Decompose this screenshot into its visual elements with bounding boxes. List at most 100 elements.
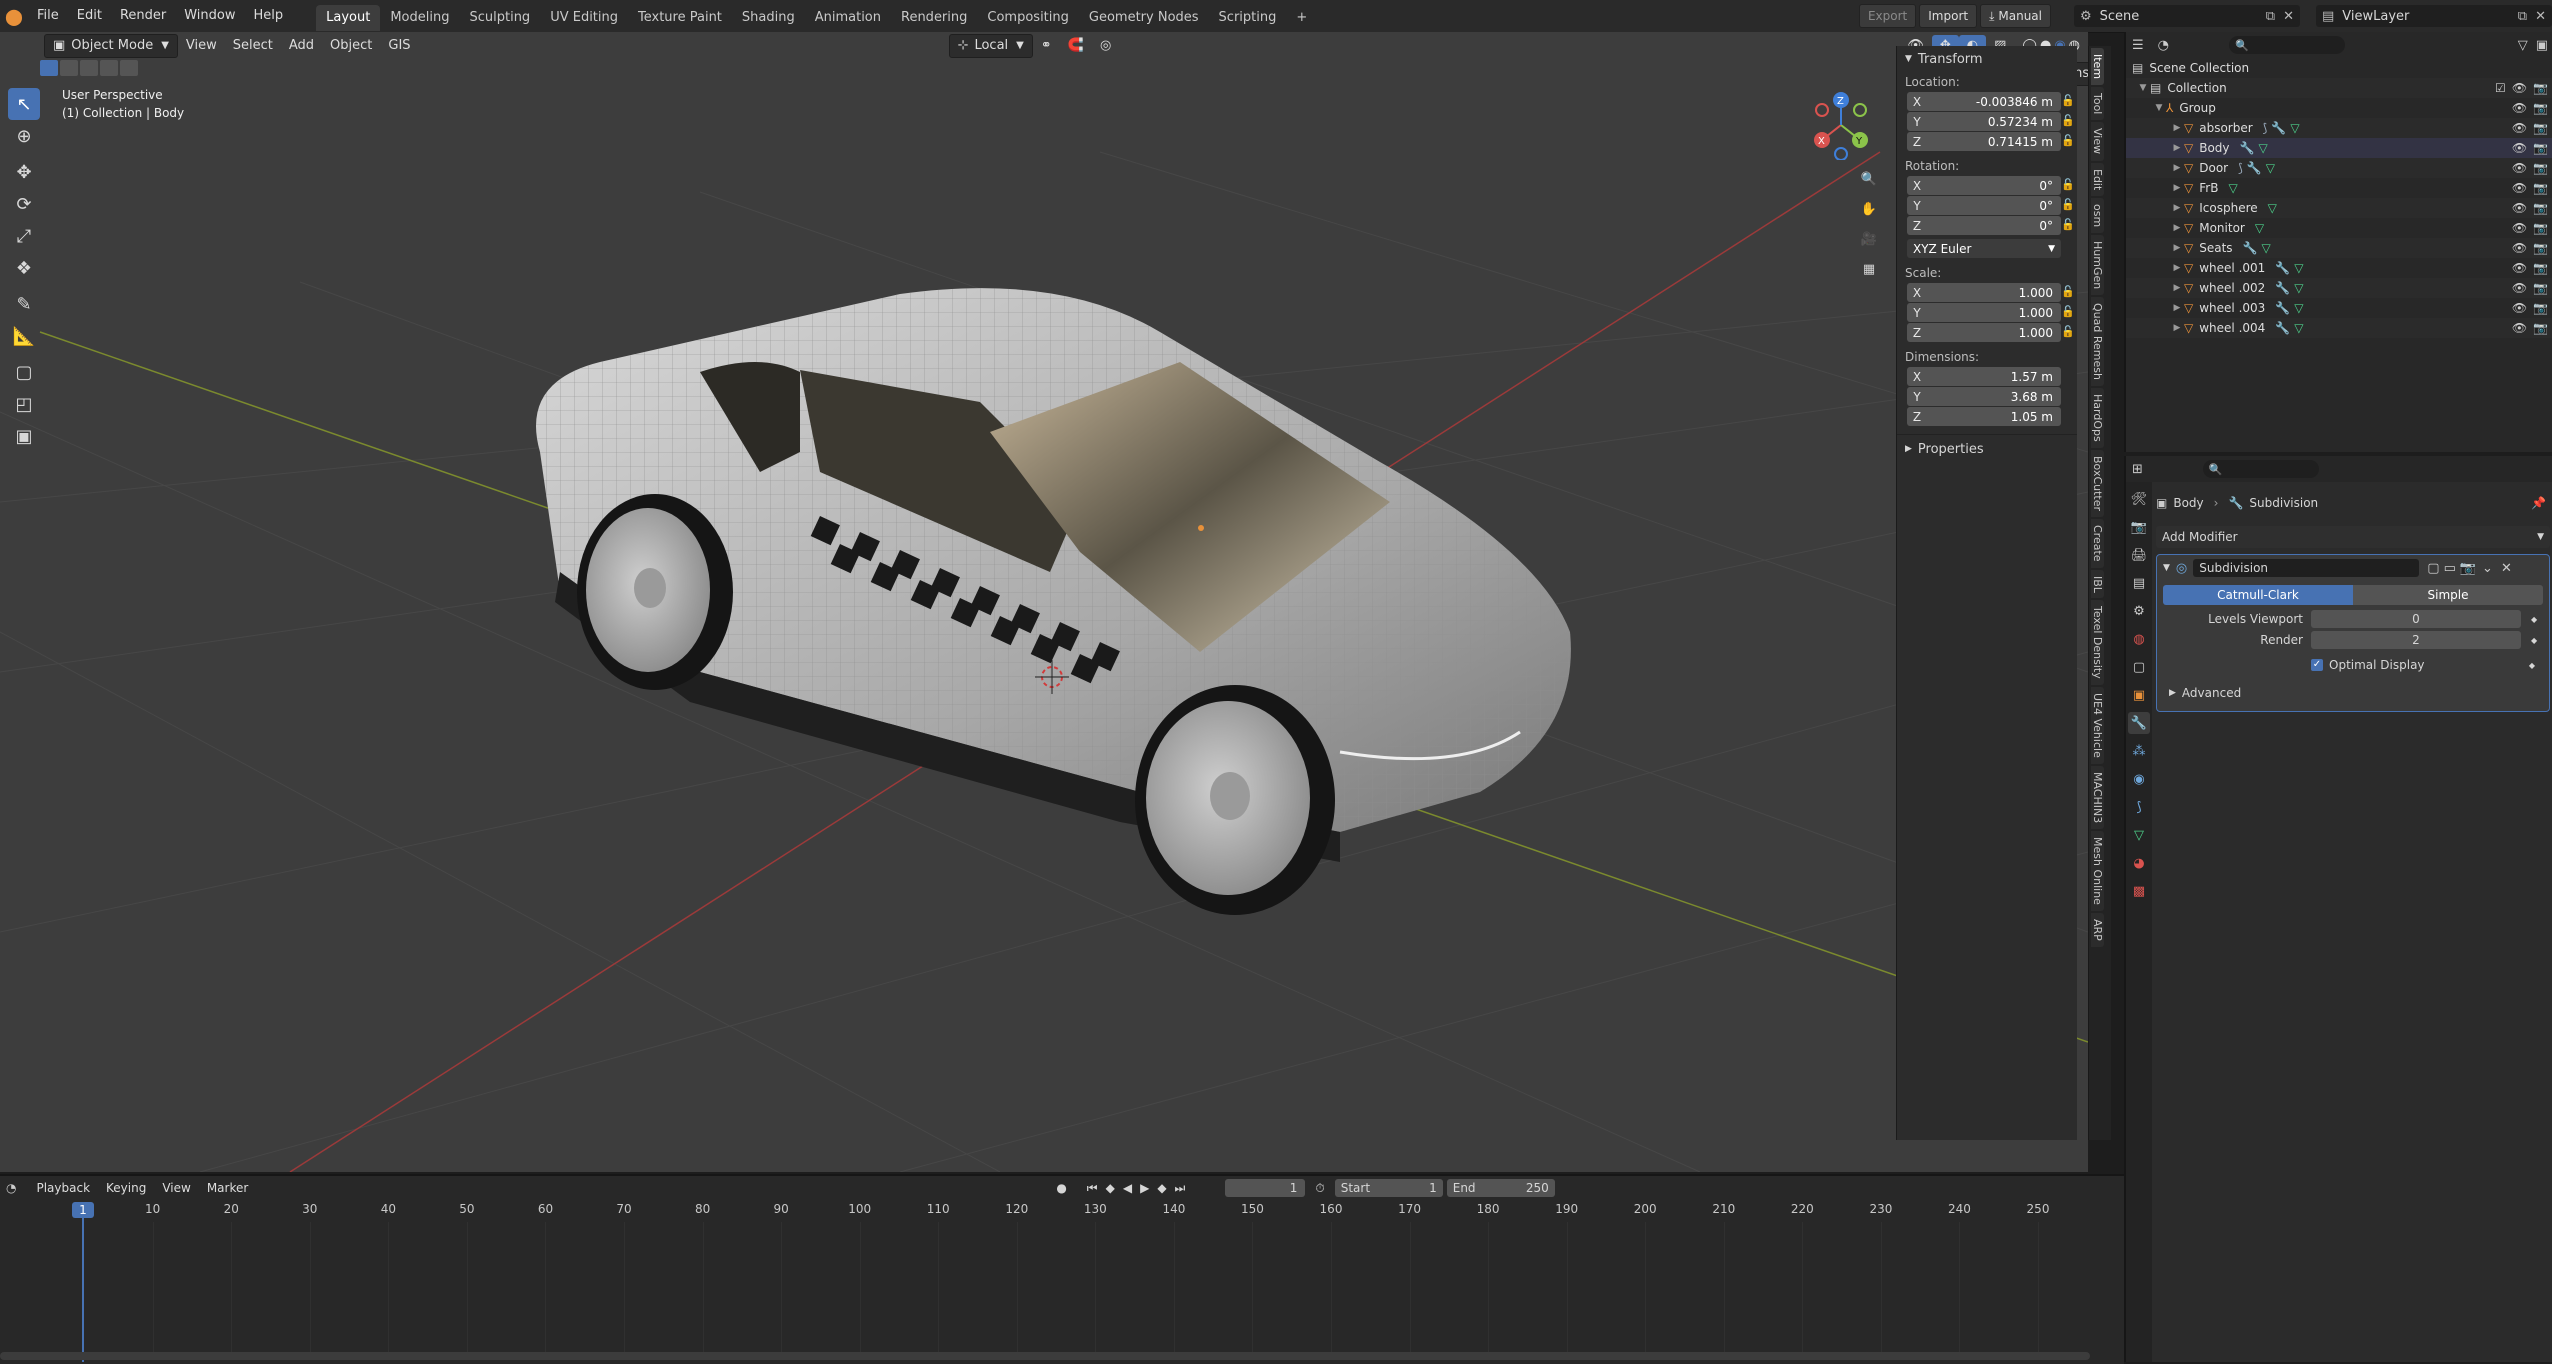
tab-compositing[interactable]: Compositing [977, 5, 1079, 31]
tab-modeling[interactable]: Modeling [380, 5, 459, 31]
tab-scripting[interactable]: Scripting [1209, 5, 1287, 31]
camera-icon[interactable]: 📷 [2533, 221, 2548, 235]
chevron-right-icon[interactable]: ▶ [2170, 263, 2184, 273]
camera-icon[interactable]: 📷 [2533, 121, 2548, 135]
lock-icon[interactable]: 🔓 [2061, 114, 2075, 127]
object-properties-icon[interactable]: ▣ [2128, 684, 2150, 706]
chevron-right-icon[interactable]: ▶ [2170, 243, 2184, 253]
extra-tool-2-icon[interactable]: ▣ [8, 420, 40, 452]
eye-icon[interactable]: 👁 [2512, 201, 2527, 215]
sidetab-tool[interactable]: Tool [2091, 87, 2104, 121]
menu-window[interactable]: Window [175, 0, 244, 32]
eye-icon[interactable]: 👁 [2512, 261, 2527, 275]
scale-z-field[interactable]: Z 1.000 🔓 [1907, 323, 2075, 342]
select-new-icon[interactable] [40, 60, 58, 76]
sidetab-edit[interactable]: Edit [2091, 162, 2104, 196]
outliner-editor-type-icon[interactable]: ☰ [2132, 38, 2144, 53]
camera-icon[interactable]: 📷 [2533, 261, 2548, 275]
optimal-display-checkbox[interactable]: ✓ [2311, 659, 2323, 671]
outliner-search-input[interactable]: 🔍 [2229, 36, 2345, 54]
sidetab-texel-density[interactable]: Texel Density [2091, 600, 2104, 686]
navigation-gizmo[interactable]: X Y Z [1808, 90, 1878, 160]
physics-properties-icon[interactable]: ◉ [2128, 768, 2150, 790]
menu-file[interactable]: File [28, 0, 68, 32]
export-button[interactable]: Export [1858, 4, 1917, 28]
eye-icon[interactable]: 👁 [2512, 281, 2527, 295]
eye-icon[interactable]: 👁 [2512, 161, 2527, 175]
sidetab-arp[interactable]: ARP [2091, 913, 2104, 948]
menu-help[interactable]: Help [245, 0, 293, 32]
view-layer-properties-icon[interactable]: ▤ [2128, 572, 2150, 594]
chevron-right-icon[interactable]: ▶ [2170, 223, 2184, 233]
lock-icon[interactable]: 🔓 [2061, 178, 2075, 191]
close-icon[interactable]: ✕ [2501, 561, 2512, 576]
sidetab-view[interactable]: View [2091, 122, 2104, 161]
properties-search-input[interactable]: 🔍 [2202, 460, 2319, 478]
lock-icon[interactable]: 🔓 [2061, 305, 2075, 318]
select-invert-icon[interactable] [100, 60, 118, 76]
lock-icon[interactable]: 🔓 [2061, 325, 2075, 338]
keyframe-dot-icon[interactable]: ◆ [2531, 636, 2537, 645]
texture-properties-icon[interactable]: ▩ [2128, 880, 2150, 902]
eye-icon[interactable]: 👁 [2512, 221, 2527, 235]
outliner-row-absorber[interactable]: ▶ ▽ absorber ⟆ 🔧 ▽ 👁 📷 [2126, 118, 2552, 138]
chevron-right-icon[interactable]: ▶ [2170, 183, 2184, 193]
manual-button[interactable]: ⤓ Manual [1980, 4, 2051, 28]
filter-icon[interactable]: ▽ [2518, 38, 2528, 53]
viewport-menu-gis[interactable]: GIS [380, 35, 418, 57]
proportional-editing-icon[interactable]: ◎ [1092, 35, 1119, 57]
snap-icon[interactable]: 🧲 [1060, 35, 1092, 57]
sidetab-humgen[interactable]: HumGen [2091, 235, 2104, 296]
object-mode-dropdown[interactable]: ▣ Object Mode ▼ [44, 34, 178, 58]
annotate-tool-icon[interactable]: ✎ [8, 288, 40, 320]
outliner-row-seats[interactable]: ▶ ▽ Seats 🔧 ▽ 👁 📷 [2126, 238, 2552, 258]
advanced-subpanel-header[interactable]: ▶ Advanced [2157, 682, 2549, 704]
sidetab-quad-remesh[interactable]: Quad Remesh [2091, 297, 2104, 387]
timeline-scrollbar[interactable] [0, 1352, 2090, 1360]
chevron-right-icon[interactable]: ▶ [2170, 323, 2184, 333]
camera-icon[interactable]: 📷 [2533, 321, 2548, 335]
rotation-z-field[interactable]: Z 0° 🔓 [1907, 216, 2075, 235]
viewport-menu-add[interactable]: Add [281, 35, 322, 57]
keyframe-dot-icon[interactable]: ◆ [2529, 661, 2535, 670]
properties-panel-header[interactable]: ▶ Properties [1897, 434, 2077, 463]
transform-tool-icon[interactable]: ❖ [8, 252, 40, 284]
dimension-z-field[interactable]: Z 1.05 m [1907, 407, 2061, 426]
dimension-y-field[interactable]: Y 3.68 m [1907, 387, 2061, 406]
material-properties-icon[interactable]: ◕ [2128, 852, 2150, 874]
tab-animation[interactable]: Animation [805, 5, 891, 31]
move-tool-icon[interactable]: ✥ [8, 156, 40, 188]
pan-hand-icon[interactable]: ✋ [1858, 202, 1880, 232]
collection-properties-icon[interactable]: ▢ [2128, 656, 2150, 678]
camera-icon[interactable]: 📷 [2533, 181, 2548, 195]
viewport-menu-view[interactable]: View [178, 35, 225, 57]
rotation-y-field[interactable]: Y 0° 🔓 [1907, 196, 2075, 215]
tab-layout[interactable]: Layout [316, 4, 381, 31]
chevron-right-icon[interactable]: ▶ [2170, 143, 2184, 153]
location-z-field[interactable]: Z 0.71415 m 🔓 [1907, 132, 2075, 151]
viewport-menu-select[interactable]: Select [225, 35, 281, 57]
sidetab-ue4-vehicle[interactable]: UE4 Vehicle [2091, 687, 2104, 765]
tool-properties-icon[interactable]: 🛠 [2128, 488, 2150, 510]
eye-icon[interactable]: 👁 [2512, 321, 2527, 335]
menu-edit[interactable]: Edit [68, 0, 111, 32]
outliner-row-door[interactable]: ▶ ▽ Door ⟆ 🔧 ▽ 👁 📷 [2126, 158, 2552, 178]
render-toggle-icon[interactable]: 📷 [2460, 561, 2476, 576]
camera-icon[interactable]: 📷 [2533, 301, 2548, 315]
eye-icon[interactable]: 👁 [2512, 241, 2527, 255]
extra-tool-1-icon[interactable]: ◰ [8, 388, 40, 420]
lock-icon[interactable]: 🔓 [2061, 198, 2075, 211]
camera-view-icon[interactable]: 🎥 [1858, 232, 1880, 262]
dimension-x-field[interactable]: X 1.57 m [1907, 367, 2061, 386]
rotate-tool-icon[interactable]: ⟳ [8, 188, 40, 220]
levels-viewport-field[interactable]: 0 [2311, 610, 2521, 628]
lock-icon[interactable]: 🔓 [2061, 218, 2075, 231]
blender-logo-icon[interactable]: ⬤ [0, 7, 28, 26]
camera-icon[interactable]: 📷 [2533, 141, 2548, 155]
scale-y-field[interactable]: Y 1.000 🔓 [1907, 303, 2075, 322]
edit-mode-toggle-icon[interactable]: ▢ [2427, 561, 2439, 576]
camera-icon[interactable]: 📷 [2533, 201, 2548, 215]
3d-viewport[interactable]: ▣ Object Mode ▼ View Select Add Object G… [0, 32, 2088, 1172]
sidetab-osm[interactable]: osm [2091, 197, 2104, 234]
modifier-name-input[interactable]: Subdivision [2193, 559, 2420, 577]
